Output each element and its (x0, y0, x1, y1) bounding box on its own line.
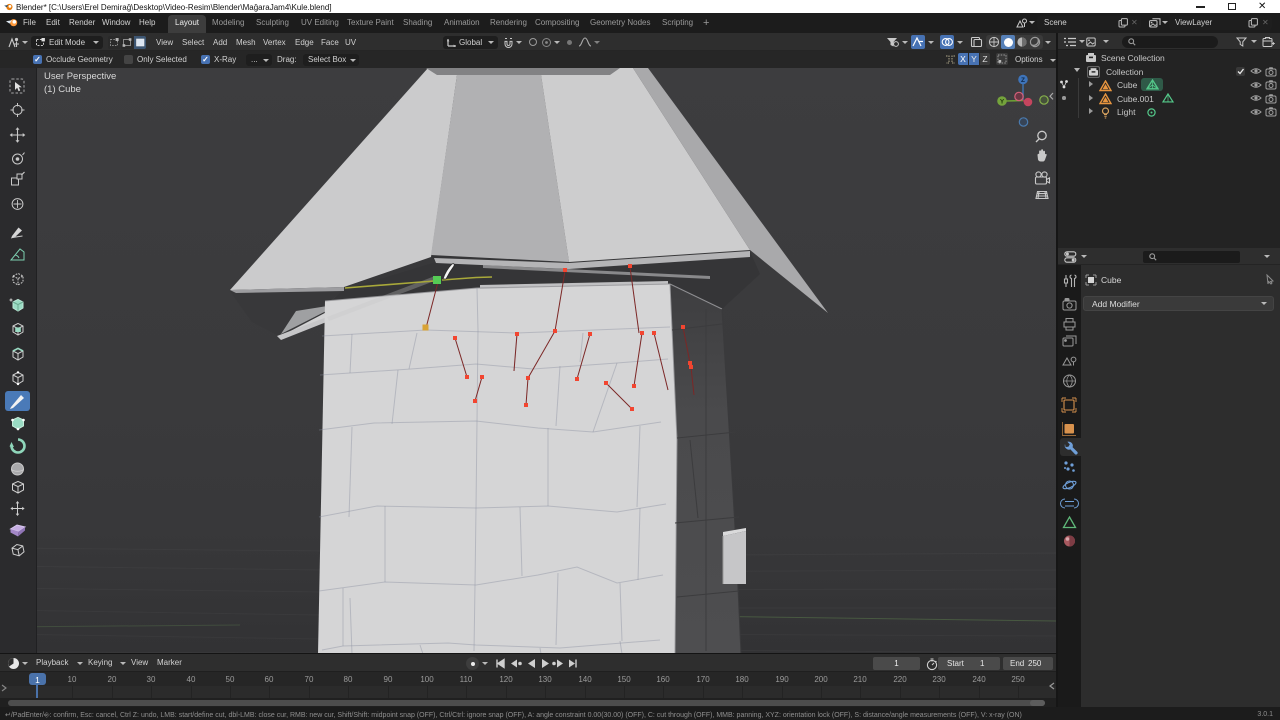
svg-text:Z: Z (1021, 77, 1025, 84)
svg-text:Y: Y (1000, 99, 1005, 106)
svg-text:(1) Cube: (1) Cube (44, 84, 81, 95)
svg-text:User Perspective: User Perspective (44, 71, 116, 82)
